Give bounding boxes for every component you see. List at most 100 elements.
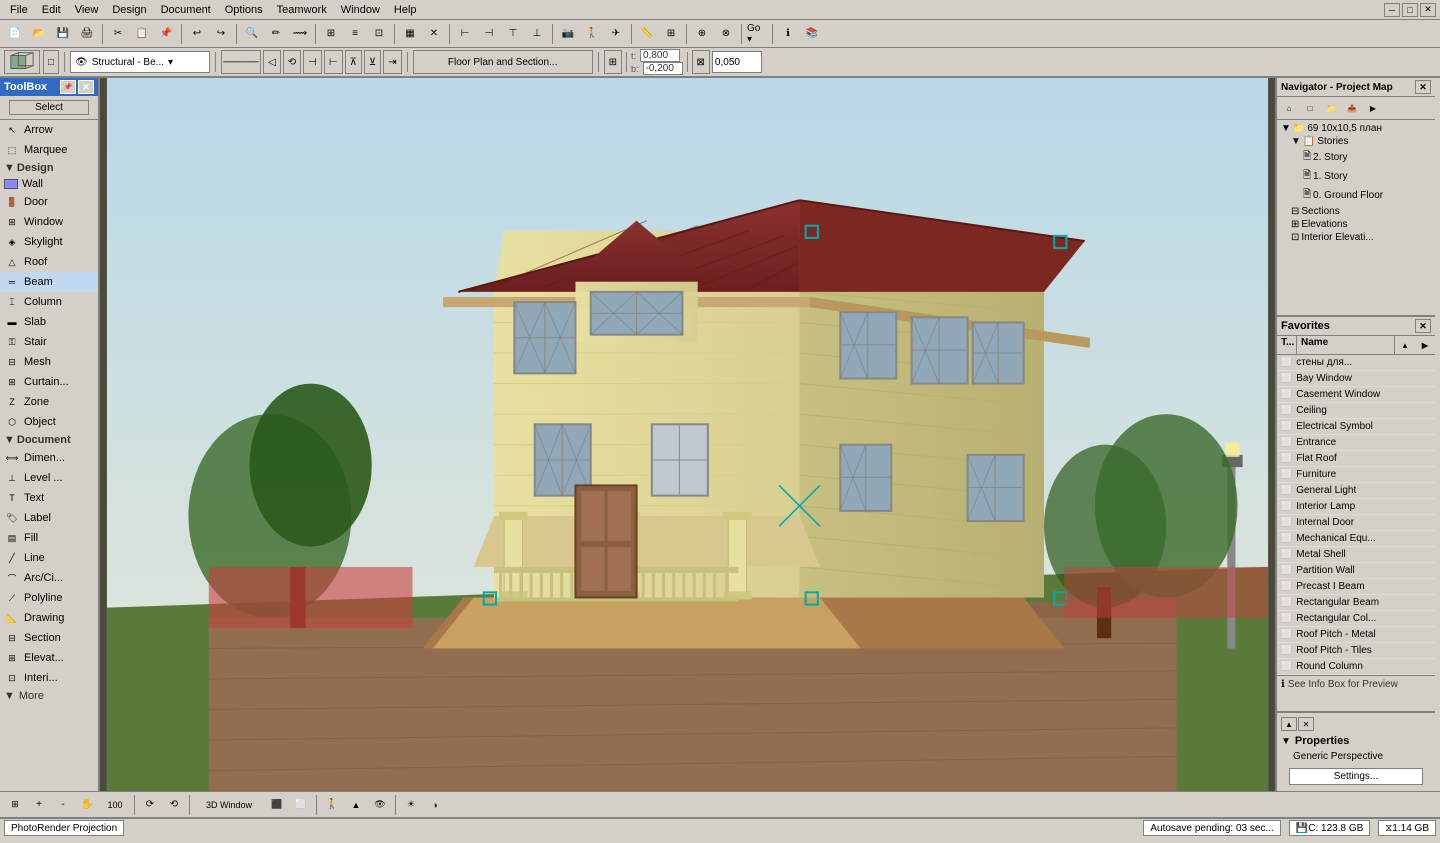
elevation-tool[interactable]: ⊞ Elevat...	[0, 648, 98, 668]
stair-tool[interactable]: ⚿ Stair	[0, 332, 98, 352]
close-x-btn[interactable]: ✕	[423, 23, 445, 45]
object-tool[interactable]: ⬡ Object	[0, 412, 98, 432]
info-btn[interactable]: ℹ	[777, 23, 799, 45]
view-settings-btn[interactable]: ⊞	[604, 50, 622, 74]
fav-item-15[interactable]: ⬜ Rectangular Beam	[1277, 595, 1435, 611]
fill-tool[interactable]: ▤ Fill	[0, 528, 98, 548]
find-button[interactable]: 🔍	[241, 23, 263, 45]
menu-options[interactable]: Options	[219, 3, 269, 17]
fav-item-7[interactable]: ⬜ Furniture	[1277, 467, 1435, 483]
minimize-button[interactable]: ─	[1384, 3, 1400, 17]
fav-item-3[interactable]: ⬜ Ceiling	[1277, 403, 1435, 419]
settings-button[interactable]: Settings...	[1289, 768, 1423, 785]
tree-stories[interactable]: ▼ 📋 Stories	[1279, 135, 1433, 148]
go-btn[interactable]: Go ▾	[746, 23, 768, 45]
interior-tool[interactable]: ⊡ Interi...	[0, 668, 98, 688]
fav-item-19[interactable]: ⬜ Round Column	[1277, 659, 1435, 675]
orbit-btn[interactable]: ⟳	[139, 794, 161, 816]
menu-edit[interactable]: Edit	[36, 3, 67, 17]
3d-btn[interactable]: ▦	[399, 23, 421, 45]
fav-item-9[interactable]: ⬜ Interior Lamp	[1277, 499, 1435, 515]
fav-item-0[interactable]: ⬜ стены для...	[1277, 355, 1435, 371]
redo-button[interactable]: ↪	[210, 23, 232, 45]
level-tool[interactable]: ⊥ Level ...	[0, 468, 98, 488]
camera-btn[interactable]: 📷	[557, 23, 579, 45]
curtain-tool[interactable]: ⊞ Curtain...	[0, 372, 98, 392]
drawing-tool[interactable]: 📐 Drawing	[0, 608, 98, 628]
fly-mode-btn[interactable]: ▲	[345, 794, 367, 816]
fav-item-6[interactable]: ⬜ Flat Roof	[1277, 451, 1435, 467]
wall-tool[interactable]: Wall	[0, 176, 98, 192]
nav-home-btn[interactable]: ⌂	[1279, 99, 1299, 117]
save-button[interactable]: 💾	[52, 23, 74, 45]
tree-project[interactable]: ▼ 📁 69 10x10,5 план	[1279, 122, 1433, 135]
toolbox-pin-btn[interactable]: 📌	[60, 80, 76, 94]
tree-sections[interactable]: ⊟ Sections	[1279, 205, 1433, 218]
fav-item-12[interactable]: ⬜ Metal Shell	[1277, 547, 1435, 563]
line-end-btn[interactable]: ◁	[263, 50, 281, 74]
fav-item-10[interactable]: ⬜ Internal Door	[1277, 515, 1435, 531]
menu-teamwork[interactable]: Teamwork	[271, 3, 333, 17]
door-tool[interactable]: 🚪 Door	[0, 192, 98, 212]
transform-btn[interactable]: ⊞	[320, 23, 342, 45]
view1-btn[interactable]: ⊢	[454, 23, 476, 45]
fav-item-13[interactable]: ⬜ Partition Wall	[1277, 563, 1435, 579]
fav-item-4[interactable]: ⬜ Electrical Symbol	[1277, 419, 1435, 435]
walk-mode-btn[interactable]: 🚶	[321, 794, 343, 816]
zoom-in-btn[interactable]: +	[28, 794, 50, 816]
fav-close-btn[interactable]: ✕	[1415, 319, 1431, 333]
open-button[interactable]: 📂	[28, 23, 50, 45]
zoom-fit-btn[interactable]: ⊞	[4, 794, 26, 816]
fav-item-2[interactable]: ⬜ Casement Window	[1277, 387, 1435, 403]
floor-plan-btn[interactable]: Floor Plan and Section...	[413, 50, 593, 74]
beam-tool[interactable]: ═ Beam	[0, 272, 98, 292]
arc-tool[interactable]: ⌒ Arc/Ci...	[0, 568, 98, 588]
split-btn[interactable]: ⊣	[303, 50, 322, 74]
look-btn[interactable]: 👁	[369, 794, 391, 816]
filter-dropdown[interactable]: 👁 Structural - Be... ▾	[70, 51, 210, 73]
cut-button[interactable]: ✂	[107, 23, 129, 45]
toolbox-close-btn[interactable]: ✕	[78, 80, 94, 94]
menu-document[interactable]: Document	[155, 3, 217, 17]
menu-file[interactable]: File	[4, 3, 34, 17]
shadow-btn[interactable]: ◑	[424, 794, 446, 816]
polyline-tool[interactable]: ⟋ Polyline	[0, 588, 98, 608]
wand-tool[interactable]: ⟿	[289, 23, 311, 45]
close-button[interactable]: ✕	[1420, 3, 1436, 17]
fav-item-16[interactable]: ⬜ Rectangular Col...	[1277, 611, 1435, 627]
line-tool[interactable]: ╱ Line	[0, 548, 98, 568]
marquee-tool[interactable]: ⬚ Marquee	[0, 140, 98, 160]
library-btn[interactable]: 📚	[801, 23, 823, 45]
menu-window[interactable]: Window	[335, 3, 386, 17]
skylight-tool[interactable]: ◈ Skylight	[0, 232, 98, 252]
paste-button[interactable]: 📌	[155, 23, 177, 45]
copy-button[interactable]: 📋	[131, 23, 153, 45]
fav-item-5[interactable]: ⬜ Entrance	[1277, 435, 1435, 451]
group-btn[interactable]: ⊡	[368, 23, 390, 45]
menu-help[interactable]: Help	[388, 3, 423, 17]
column-tool[interactable]: ⌶ Column	[0, 292, 98, 312]
2d-view-btn[interactable]: □	[43, 50, 59, 74]
design-category[interactable]: ▼ Design	[0, 160, 98, 176]
layer-btn[interactable]: ⊕	[691, 23, 713, 45]
measure-btn[interactable]: 📏	[636, 23, 658, 45]
align-btn[interactable]: ≡	[344, 23, 366, 45]
sun-btn[interactable]: ☀	[400, 794, 422, 816]
3d-view-btn[interactable]	[4, 50, 40, 74]
section-tool[interactable]: ⊟ Section	[0, 628, 98, 648]
maximize-button[interactable]: □	[1402, 3, 1418, 17]
render-btn[interactable]: ⬛	[266, 794, 288, 816]
menu-view[interactable]: View	[69, 3, 105, 17]
scale-btn[interactable]: ⊼	[345, 50, 362, 74]
fav-item-17[interactable]: ⬜ Roof Pitch - Metal	[1277, 627, 1435, 643]
calc-btn[interactable]: ⊞	[660, 23, 682, 45]
new-button[interactable]: 📄	[4, 23, 26, 45]
text-tool[interactable]: T Text	[0, 488, 98, 508]
fav-item-8[interactable]: ⬜ General Light	[1277, 483, 1435, 499]
layer2-btn[interactable]: ⊗	[715, 23, 737, 45]
print-button[interactable]: 🖨	[76, 23, 98, 45]
nav-pub-btn[interactable]: 📤	[1342, 99, 1362, 117]
view2-btn[interactable]: ⊣	[478, 23, 500, 45]
nav-more-btn[interactable]: ▶	[1363, 99, 1383, 117]
tree-interior[interactable]: ⊡ Interior Elevati...	[1279, 231, 1433, 244]
